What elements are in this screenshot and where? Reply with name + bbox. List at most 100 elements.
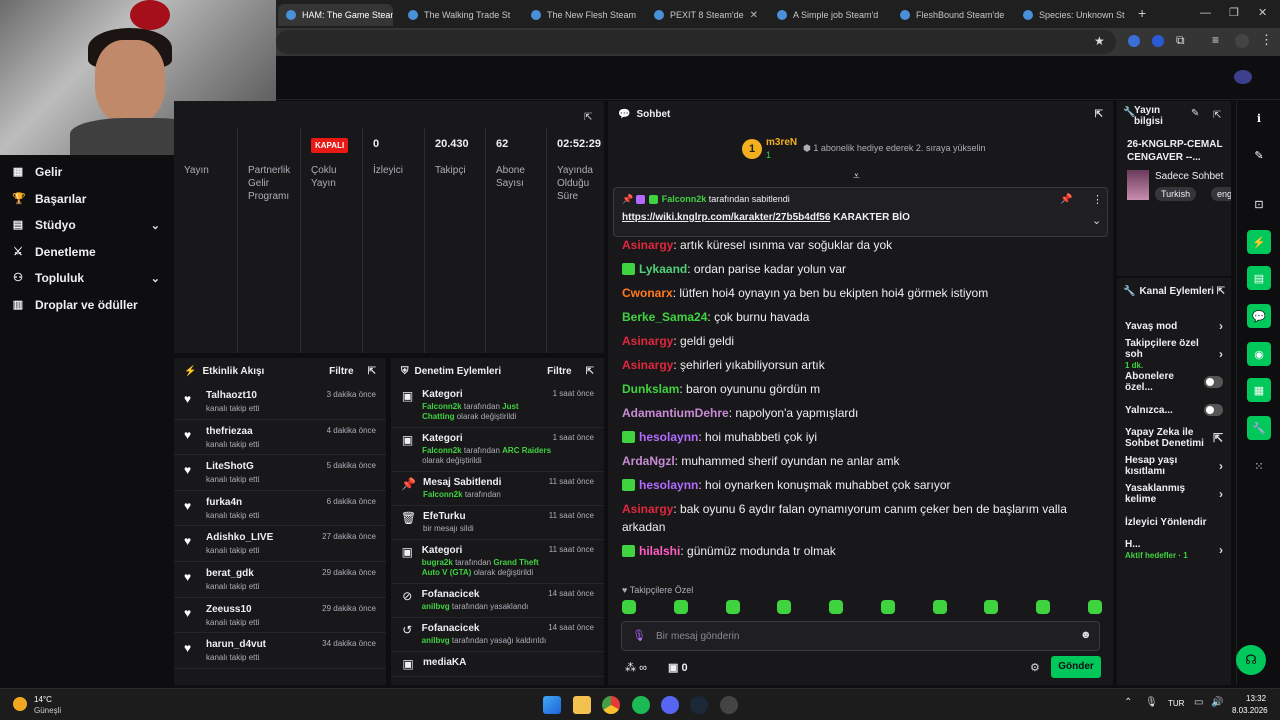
list-item[interactable]: ↺ Fofanacicek anilbvg tarafından yasağı ka… (391, 618, 604, 652)
chat-message[interactable]: Lykaand: ordan parise kadar yolun var (608, 257, 1108, 281)
send-button[interactable]: Gönder (1051, 656, 1101, 678)
channel-action-item[interactable]: Yalnızca... (1117, 396, 1231, 424)
list-item[interactable]: ▣ mediaKA (391, 652, 604, 677)
popout-icon[interactable]: ⇱ (586, 366, 594, 377)
help-icon[interactable]: ☊ (1236, 645, 1266, 675)
browser-tab[interactable]: A Simple job Steam'd✕ (769, 4, 884, 26)
chat-bubble-icon[interactable]: 💬 (1247, 304, 1271, 328)
sidebar-item-gelir[interactable]: ▦ Gelir (0, 159, 172, 186)
list-item[interactable]: ⊘ Fofanacicek anilbvg tarafından yasakland… (391, 584, 604, 618)
grid-icon[interactable]: ⁙ (1247, 454, 1271, 478)
browser-tab[interactable]: Species: Unknown St✕ (1015, 4, 1130, 26)
chat-username[interactable]: Cwonarx (622, 286, 673, 300)
chat-message[interactable]: hesolaynn: hoi oynarken konuşmak muhabbe… (608, 473, 1108, 497)
close-window-icon[interactable]: ✕ (1258, 6, 1267, 19)
toggle-switch[interactable] (1203, 404, 1223, 416)
spotify-icon[interactable] (632, 696, 650, 714)
new-tab-button[interactable]: + (1138, 5, 1146, 21)
chat-username[interactable]: Lykaand (639, 262, 687, 276)
chat-message[interactable]: AdamantiumDehre: napolyon'a yapmışlardı (608, 401, 1108, 425)
chat-username[interactable]: Berke_Sama24 (622, 310, 707, 324)
windows-start-icon[interactable] (543, 696, 561, 714)
mic-icon[interactable]: 🎙 (1145, 697, 1158, 708)
leader-name[interactable]: m3reN (766, 137, 797, 148)
chat-message[interactable]: Cwonarx: lütfen hoi4 oynayın ya ben bu e… (608, 281, 1108, 305)
list-item[interactable]: ♥ furka4n kanalı takip etti 6 dakika önce (174, 491, 386, 527)
chat-message[interactable]: Asinargy: geldi geldi (608, 329, 1108, 353)
list-item[interactable]: ▣ Kategori bugra2k tarafından Grand Theft … (391, 540, 604, 584)
channel-action-item[interactable]: Yasaklanmış kelime › (1117, 480, 1231, 508)
popout-icon[interactable]: ⇱ (368, 366, 376, 377)
minimize-icon[interactable]: — (1200, 7, 1211, 19)
chat-username[interactable]: AdamantiumDehre (622, 406, 729, 420)
media-icon[interactable]: ≡ (1212, 33, 1219, 47)
chat-message[interactable]: ArdaNgzl: muhammed sherif oyundan ne anl… (608, 449, 1108, 473)
info-icon[interactable]: ℹ (1247, 106, 1271, 130)
url-field[interactable] (276, 30, 1116, 54)
settings-icon[interactable]: ⚙ (1030, 661, 1040, 674)
close-icon[interactable]: ✕ (750, 10, 758, 21)
tag-pill[interactable]: Turkish (1155, 187, 1197, 201)
collapse-icon[interactable]: ⩡ (853, 169, 860, 184)
maximize-icon[interactable]: ❐ (1229, 6, 1239, 19)
puzzle-icon[interactable]: ⧉ (1176, 33, 1185, 48)
channel-action-item[interactable]: Abonelere özel... (1117, 368, 1231, 396)
clock-date[interactable]: 8.03.2026 (1232, 706, 1268, 715)
list-item[interactable]: 🗑 EfeTurku bir mesajı sildi 11 saat önce (391, 506, 604, 540)
sidebar-item-droplar[interactable]: ▥ Droplar ve ödüller (0, 292, 172, 319)
chrome-icon[interactable] (602, 696, 620, 714)
chat-message[interactable]: Asinargy: bak oyunu 6 aydır falan oynamı… (608, 497, 1108, 539)
chevron-down-icon[interactable]: ⌄ (1092, 214, 1101, 227)
filter-button[interactable]: Filtre (329, 366, 353, 377)
points-display[interactable]: ⁂ ∞ (625, 661, 647, 674)
chat-message[interactable]: Berke_Sama24: çok burnu havada (608, 305, 1108, 329)
unpin-icon[interactable]: 📌 (1060, 194, 1072, 205)
filter-button[interactable]: Filtre (547, 366, 571, 377)
wrench-icon[interactable]: 🔧 (1247, 416, 1271, 440)
profile-avatar[interactable] (1235, 34, 1249, 48)
list-item[interactable]: 📌 Mesaj Sabitlendi Falconn2k tarafından 11 … (391, 472, 604, 506)
chat-message[interactable]: hilalshi: günümüz modunda tr olmak (608, 539, 1108, 563)
extension-icon[interactable] (1152, 35, 1164, 47)
edit-icon[interactable]: ✎ (1191, 108, 1199, 119)
list-item[interactable]: ▣ Kategori Falconn2k tarafından Just Chatt… (391, 384, 604, 428)
list-item[interactable]: ♥ berat_gdk kanalı takip etti 29 dakika önc… (174, 562, 386, 598)
chat-username[interactable]: Dunkslam (622, 382, 679, 396)
emote-icon[interactable] (1036, 600, 1051, 614)
emote-icon[interactable] (777, 600, 792, 614)
list-item[interactable]: ♥ Adishko_LIVE kanalı takip etti 27 dakika … (174, 526, 386, 562)
emote-icon[interactable] (880, 600, 895, 614)
more-icon[interactable]: ⋮ (1092, 193, 1103, 206)
list-item[interactable]: ▣ Kategori Falconn2k tarafından ARC Raider… (391, 428, 604, 472)
sidebar-item-denetleme[interactable]: ⚔ Denetleme (0, 239, 172, 266)
chat-username[interactable]: hesolaynn (639, 478, 698, 492)
chat-message[interactable]: Asinargy: şehirleri yıkabiliyorsun artık (608, 353, 1108, 377)
browser-tab[interactable]: FleshBound Steam'de✕ (892, 4, 1007, 26)
emote-icon[interactable] (829, 600, 844, 614)
list-icon[interactable]: ▤ (1247, 266, 1271, 290)
language-indicator[interactable]: TUR (1168, 699, 1184, 708)
emote-icon[interactable] (673, 600, 688, 614)
chat-username[interactable]: Asinargy (622, 358, 673, 372)
emote-icon[interactable] (725, 600, 740, 614)
user-avatar[interactable] (1234, 70, 1252, 84)
chat-message[interactable]: Asinargy: artık küresel ısınma var soğuk… (608, 233, 1108, 257)
channel-action-item[interactable]: Hesap yaşı kısıtlamı › (1117, 452, 1231, 480)
list-item[interactable]: ♥ Zeeuss10 kanalı takip etti 29 dakika önce (174, 598, 386, 634)
popout-icon[interactable]: ⇱ (1095, 109, 1103, 120)
pinned-link[interactable]: https://wiki.knglrp.com/karakter/27b5b4d… (622, 212, 830, 223)
volume-icon[interactable]: 🔊 (1211, 697, 1223, 708)
sidebar-item-basarilar[interactable]: 🏆 Başarılar (0, 186, 172, 213)
list-item[interactable]: ♥ harun_d4vut kanalı takip etti 34 dakika ö… (174, 633, 386, 669)
browser-tab[interactable]: PEXIT 8 Steam'de ✕ (646, 4, 761, 26)
chevron-up-icon[interactable]: ⌃ (1124, 697, 1132, 708)
sidebar-item-topluluk[interactable]: ⚇ Topluluk ⌄ (0, 265, 172, 292)
layout-icon[interactable]: ▦ (1247, 378, 1271, 402)
steam-icon[interactable] (690, 696, 708, 714)
channel-action-item[interactable]: Yapay Zeka ile Sohbet Denetimi ⇱ (1117, 424, 1231, 452)
shop-display[interactable]: ▣ 0 (668, 661, 688, 674)
app-icon[interactable] (720, 696, 738, 714)
chat-username[interactable]: Asinargy (622, 334, 673, 348)
list-item[interactable]: ♥ LiteShotG kanalı takip etti 5 dakika önce (174, 455, 386, 491)
discord-icon[interactable] (661, 696, 679, 714)
